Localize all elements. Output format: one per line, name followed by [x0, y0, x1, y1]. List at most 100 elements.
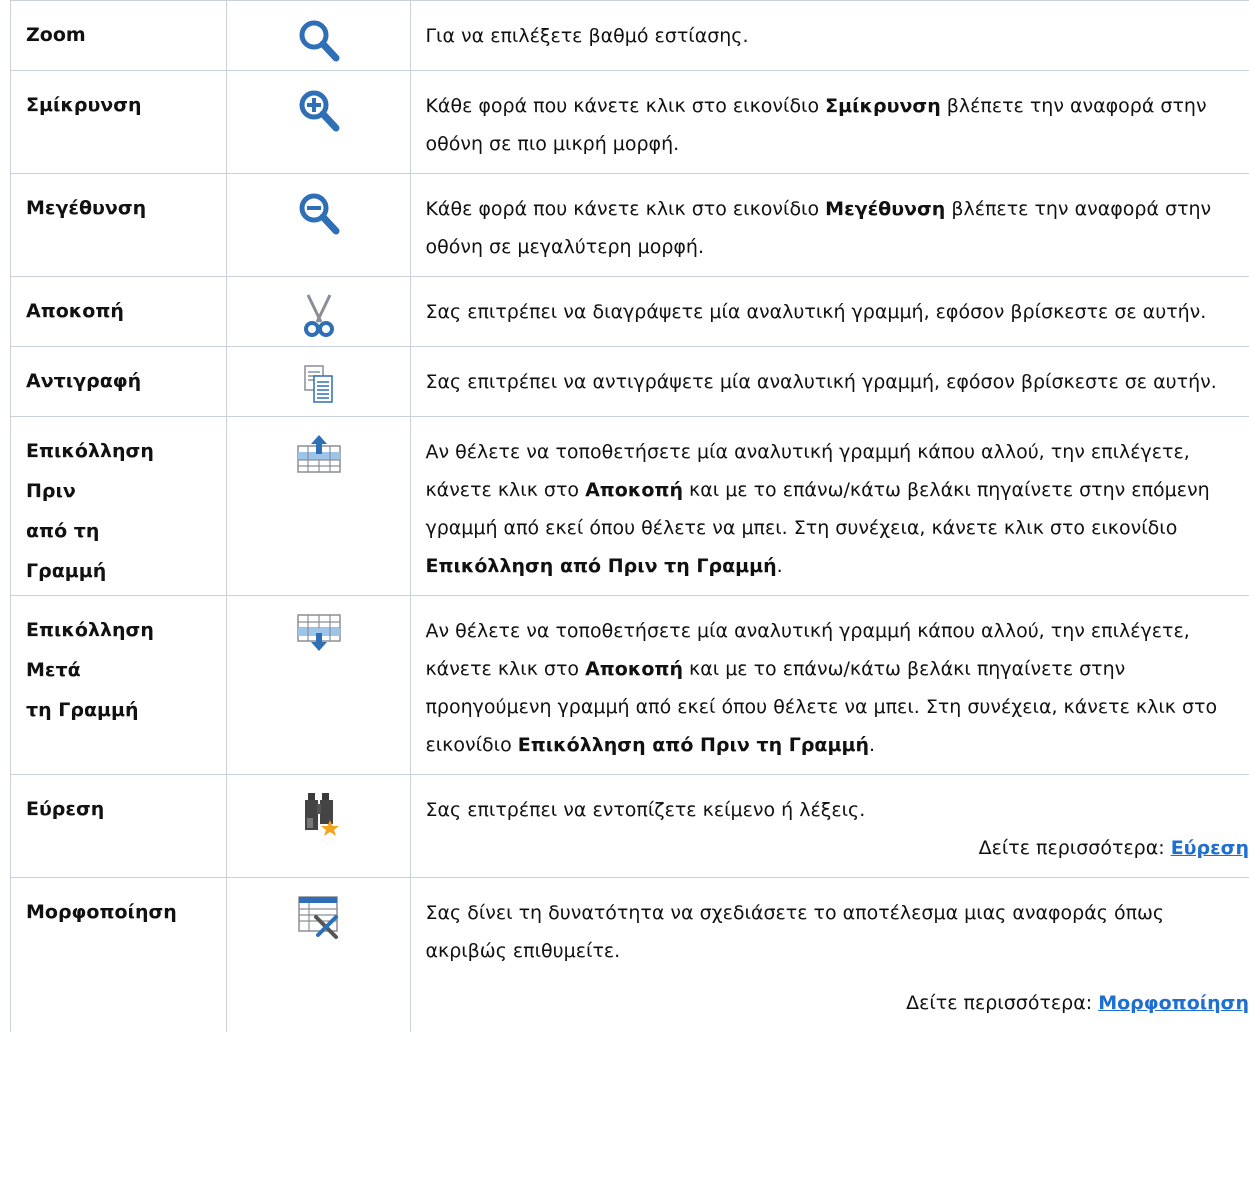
table-row: Μεγέθυνση Κάθε φορά που κάνετε κλικ στο ε… — [9, 173, 1249, 277]
tool-description: Σας επιτρέπει να αντιγράψετε μία αναλυτι… — [411, 347, 1249, 411]
tool-description: Σας επιτρέπει να εντοπίζετε κείμενο ή λέ… — [411, 775, 1249, 877]
tool-name-cell: Μεγέθυνση — [9, 173, 227, 277]
tool-name-line: Σμίκρυνση — [26, 94, 142, 116]
description-text: Σας επιτρέπει να εντοπίζετε κείμενο ή λέ… — [425, 791, 1243, 829]
description-bold-text: Επικόλληση από Πριν τη Γραμμή — [425, 555, 777, 577]
tool-name-cell: Εύρεση — [9, 774, 227, 878]
tool-name: Επικόλληση Πριν από τη Γραμμή — [11, 417, 226, 591]
description-text: Κάθε φορά που κάνετε κλικ στο εικονίδιο … — [425, 190, 1243, 266]
tool-description-cell: Αν θέλετε να τοποθετήσετε μία αναλυτική … — [410, 595, 1249, 775]
tool-description: Κάθε φορά που κάνετε κλικ στο εικονίδιο … — [411, 174, 1249, 276]
tool-name-line: Zoom — [26, 24, 86, 46]
tool-name-line: Αποκοπή — [26, 300, 124, 322]
tool-name-cell: Σμίκρυνση — [9, 70, 227, 174]
tool-description: Για να επιλέξετε βαθμό εστίασης. — [411, 1, 1249, 65]
see-more-label: Δείτε περισσότερα: — [906, 992, 1099, 1014]
tool-description-cell: Σας επιτρέπει να διαγράψετε μία αναλυτικ… — [410, 276, 1249, 347]
toolbar-reference-table: Zoom Για να επιλέξετε βαθμό εστίασης. Σμίκ… — [9, 0, 1249, 1032]
tool-name-cell: Μορφοποίηση — [9, 877, 227, 1032]
tool-name-cell: Επικόλληση Πριν από τη Γραμμή — [9, 416, 227, 596]
see-more-link[interactable]: Εύρεση — [1171, 837, 1249, 859]
tool-name: Μεγέθυνση — [11, 174, 226, 228]
tool-icon-cell — [226, 70, 411, 174]
description-text-run: Κάθε φορά που κάνετε κλικ στο εικονίδιο — [425, 198, 826, 220]
tool-description-cell: Για να επιλέξετε βαθμό εστίασης. — [410, 0, 1249, 71]
tool-description-cell: Σας δίνει τη δυνατότητα να σχεδιάσετε το… — [410, 877, 1249, 1032]
tool-description: Σας επιτρέπει να διαγράψετε μία αναλυτικ… — [411, 277, 1249, 341]
description-text-run: Σας επιτρέπει να εντοπίζετε κείμενο ή λέ… — [425, 799, 866, 821]
description-bold-text: Σμίκρυνση — [825, 95, 941, 117]
zoom-icon — [294, 16, 344, 66]
table-row: Αποκοπή Σας επιτρέπει να διαγράψετε μία α… — [9, 276, 1249, 347]
description-text-run: . — [868, 734, 876, 756]
description-text-run: Σας επιτρέπει να αντιγράψετε μία αναλυτι… — [425, 371, 1217, 393]
tool-name-line: από τη — [26, 520, 100, 542]
tool-name-line: Γραμμή — [26, 560, 107, 582]
tool-name: Εύρεση — [11, 775, 226, 829]
tool-icon-cell — [226, 595, 411, 775]
tool-name-cell: Αποκοπή — [9, 276, 227, 347]
tool-name-line: Πριν — [26, 480, 76, 502]
tool-description-cell: Κάθε φορά που κάνετε κλικ στο εικονίδιο … — [410, 70, 1249, 174]
tool-name: Μορφοποίηση — [11, 878, 226, 932]
description-text: Σας δίνει τη δυνατότητα να σχεδιάσετε το… — [425, 894, 1243, 970]
description-text-run: . — [776, 555, 783, 577]
tool-name: Επικόλληση Μετά τη Γραμμή — [11, 596, 226, 730]
see-more: Δείτε περισσότερα: Εύρεση — [425, 829, 1249, 867]
tool-icon-cell — [226, 173, 411, 277]
tool-description: Κάθε φορά που κάνετε κλικ στο εικονίδιο … — [411, 71, 1249, 173]
description-text-run: Για να επιλέξετε βαθμό εστίασης. — [425, 25, 749, 47]
tool-description-cell: Κάθε φορά που κάνετε κλικ στο εικονίδιο … — [410, 173, 1249, 277]
tool-name-line: Μορφοποίηση — [26, 901, 177, 923]
table-row: Μορφοποίηση Σας δίνει τη δυνατότητα να σχ… — [9, 877, 1249, 1032]
description-text-run: Κάθε φορά που κάνετε κλικ στο εικονίδιο — [425, 95, 826, 117]
tool-name-cell: Αντιγραφή — [9, 346, 227, 417]
see-more-link[interactable]: Μορφοποίηση — [1098, 992, 1249, 1014]
tool-name-line: Αντιγραφή — [26, 370, 142, 392]
table-row: Επικόλληση Πριν από τη Γραμμή Αν θέλετε να τ… — [9, 416, 1249, 596]
tool-description: Αν θέλετε να τοποθετήσετε μία αναλυτική … — [411, 596, 1249, 774]
see-more: Δείτε περισσότερα: Μορφοποίηση — [425, 984, 1249, 1022]
description-text-run: Σας δίνει τη δυνατότητα να σχεδιάσετε το… — [425, 902, 1165, 962]
tool-icon-cell — [226, 276, 411, 347]
paste-after-icon — [294, 611, 344, 661]
tool-name-line: Επικόλληση — [26, 619, 154, 641]
copy-icon — [294, 362, 344, 412]
format-tools-icon — [294, 893, 344, 943]
description-bold-text: Αποκοπή — [585, 658, 683, 680]
tool-icon-cell — [226, 774, 411, 878]
tool-name: Σμίκρυνση — [11, 71, 226, 125]
description-text: Αν θέλετε να τοποθετήσετε μία αναλυτική … — [425, 612, 1243, 764]
tool-name-line: Επικόλληση — [26, 440, 154, 462]
paste-before-icon — [294, 432, 344, 482]
table-row: Επικόλληση Μετά τη Γραμμή Αν θέλετε να τοπο… — [9, 595, 1249, 775]
tool-name-line: Μετά — [26, 659, 81, 681]
see-more-label: Δείτε περισσότερα: — [978, 837, 1171, 859]
tool-icon-cell — [226, 0, 411, 71]
tool-name-line: Εύρεση — [26, 798, 105, 820]
tool-name-line: τη Γραμμή — [26, 699, 139, 721]
description-bold-text: Αποκοπή — [585, 479, 683, 501]
description-text: Σας επιτρέπει να διαγράψετε μία αναλυτικ… — [425, 293, 1243, 331]
binoculars-icon — [294, 790, 344, 840]
zoom-out-icon — [294, 189, 344, 239]
table-row: Εύρεση Σας επιτρέπει να εντοπίζετε κείμεν… — [9, 774, 1249, 878]
tool-icon-cell — [226, 346, 411, 417]
tool-description: Αν θέλετε να τοποθετήσετε μία αναλυτική … — [411, 417, 1249, 595]
tool-icon-cell — [226, 877, 411, 1032]
tool-description-cell: Σας επιτρέπει να εντοπίζετε κείμενο ή λέ… — [410, 774, 1249, 878]
description-text: Κάθε φορά που κάνετε κλικ στο εικονίδιο … — [425, 87, 1243, 163]
tool-name: Zoom — [11, 1, 226, 55]
description-text: Σας επιτρέπει να αντιγράψετε μία αναλυτι… — [425, 363, 1243, 401]
tool-name-cell: Επικόλληση Μετά τη Γραμμή — [9, 595, 227, 775]
zoom-in-icon — [294, 86, 344, 136]
description-bold-text: Μεγέθυνση — [825, 198, 946, 220]
description-text-run: Σας επιτρέπει να διαγράψετε μία αναλυτικ… — [425, 301, 1207, 323]
tool-name: Αποκοπή — [11, 277, 226, 331]
table-row: Zoom Για να επιλέξετε βαθμό εστίασης. — [9, 0, 1249, 71]
tool-name-line: Μεγέθυνση — [26, 197, 147, 219]
table-row: Σμίκρυνση Κάθε φορά που κάνετε κλικ στο ε… — [9, 70, 1249, 174]
tool-name: Αντιγραφή — [11, 347, 226, 401]
tool-description-cell: Αν θέλετε να τοποθετήσετε μία αναλυτική … — [410, 416, 1249, 596]
scissors-icon — [294, 292, 344, 342]
